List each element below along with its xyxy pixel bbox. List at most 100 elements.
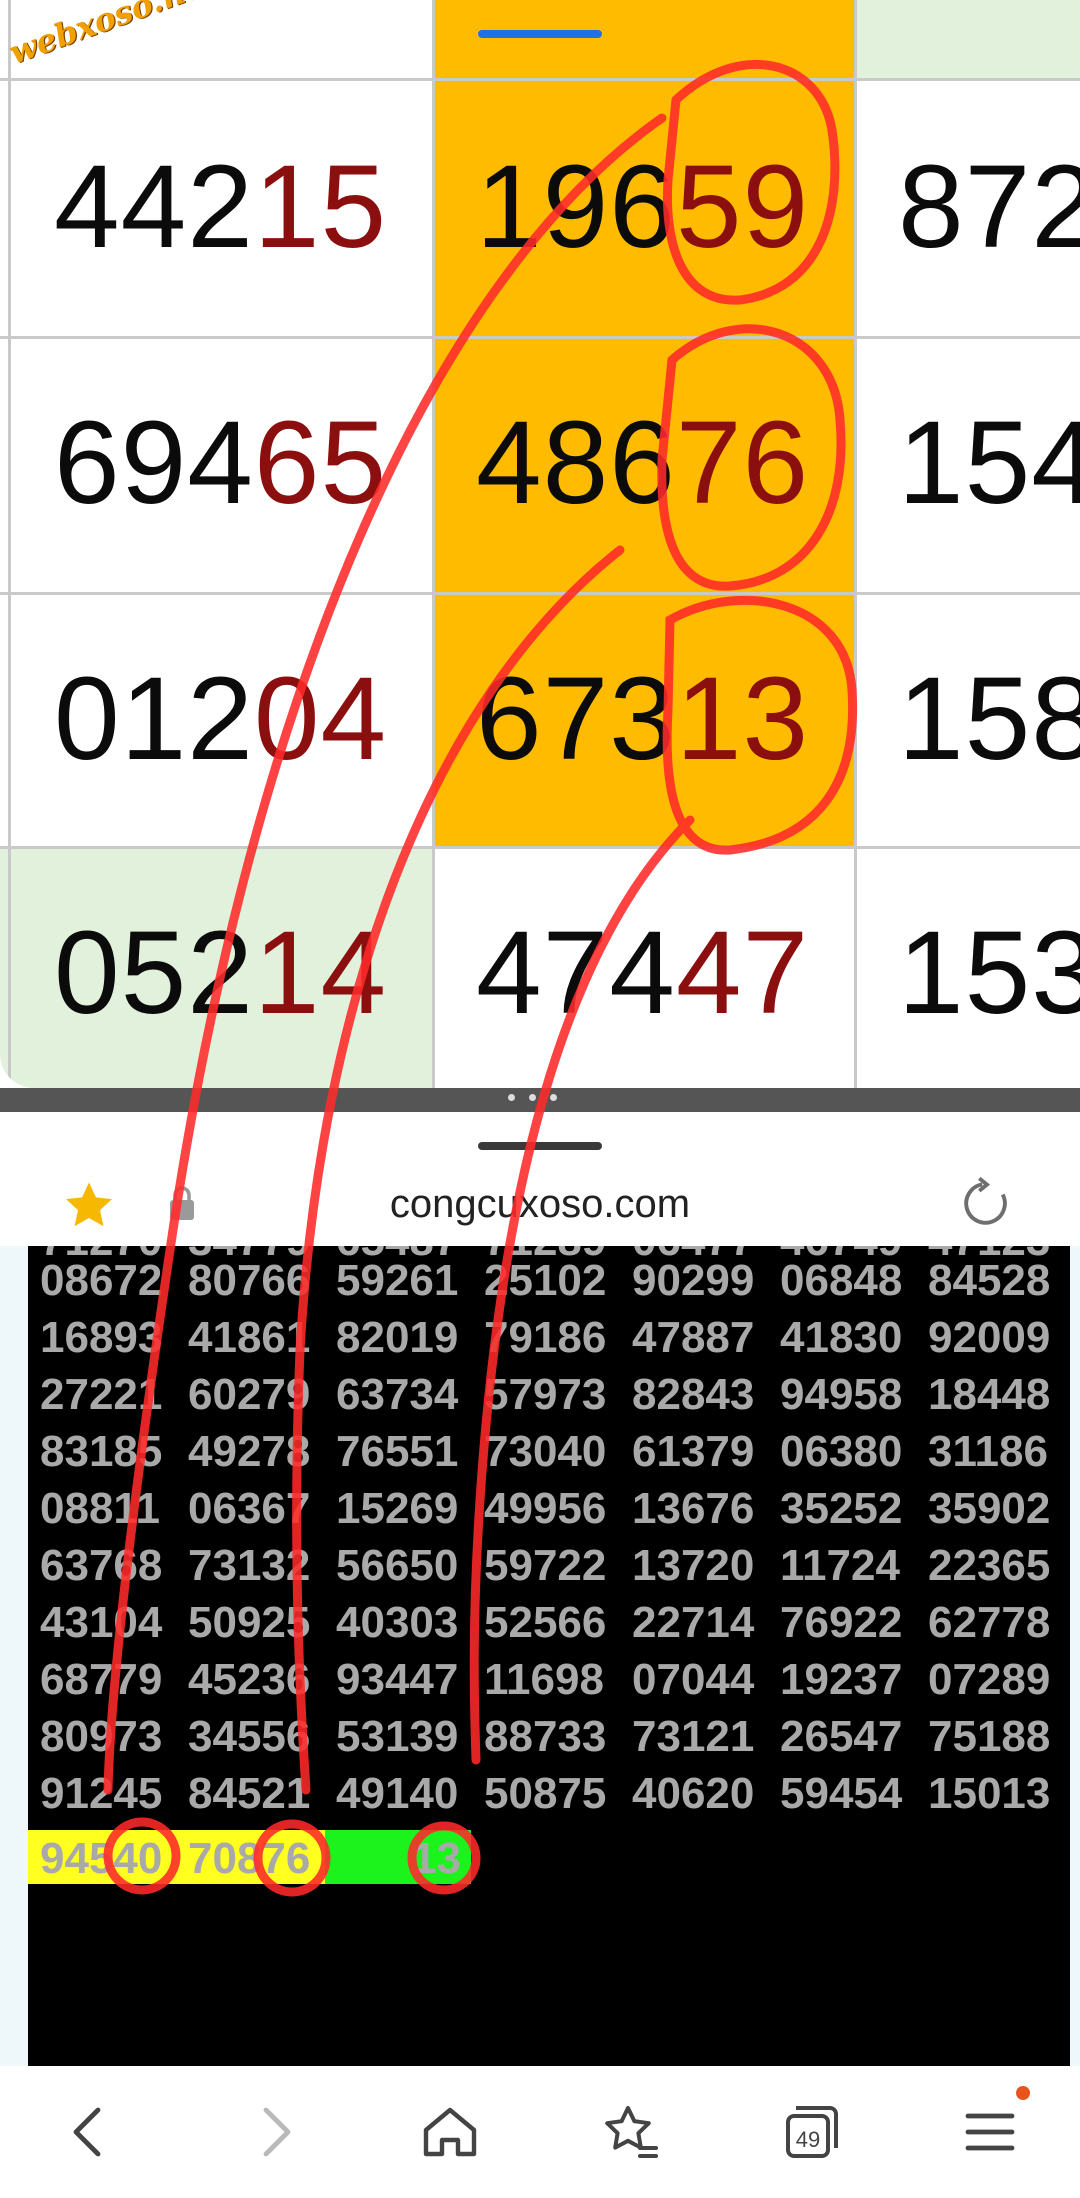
board-number: 90299 (632, 1256, 755, 1305)
active-tab-indicator (478, 30, 602, 38)
board-number: 68779 (40, 1655, 163, 1704)
board-number: 94958 (780, 1370, 903, 1419)
board-number: 49140 (336, 1769, 459, 1818)
result-digits: 052 (54, 907, 254, 1039)
board-number: 84528 (928, 1256, 1051, 1305)
board-number: 91245 (40, 1769, 163, 1818)
result-suffix: 47 (675, 907, 810, 1039)
reload-icon[interactable] (958, 1174, 1016, 1232)
result-digits: 196 (476, 141, 676, 273)
board-number: 63734 (336, 1370, 459, 1419)
board-number: 25102 (484, 1256, 607, 1305)
result-cell: 44215 (54, 148, 387, 266)
board-number: 40620 (632, 1769, 755, 1818)
board-row: 63768 73132 56650 59722 13720 11724 22365 (40, 1541, 1070, 1591)
board-number: 52566 (484, 1598, 607, 1647)
grid-line (432, 0, 435, 1088)
window-drag-handle[interactable] (478, 1142, 602, 1150)
result-digits: 486 (476, 397, 676, 529)
board-number: 27221 (40, 1370, 163, 1419)
tab-count: 49 (795, 2127, 821, 2152)
url-text[interactable]: congcuxoso.com (0, 1182, 1080, 1227)
result-cell: 05214 (54, 914, 387, 1032)
result-cell: 48676 (476, 404, 809, 522)
result-cell: 19659 (476, 148, 809, 266)
board-number: 43104 (40, 1598, 163, 1647)
board-number: 31186 (928, 1427, 1048, 1476)
board-number: 50925 (188, 1598, 311, 1647)
result-cell: 158 (898, 653, 1080, 785)
board-number: 76551 (336, 1427, 459, 1476)
notification-dot (1016, 2086, 1030, 2100)
board-number: 06367 (188, 1484, 311, 1533)
result-digits: 012 (54, 653, 254, 785)
bookmarks-icon[interactable] (598, 2100, 662, 2164)
board-row: 08811 06367 15269 49956 13676 35252 35902 (40, 1484, 1070, 1534)
results-window: 44215 19659 872 69465 48676 154 01204 67… (0, 0, 1080, 1088)
browser-window: congcuxoso.com 7127034779654877128906477… (0, 1112, 1080, 2198)
cell-header-right (854, 0, 1080, 78)
board-number: 84521 (188, 1769, 311, 1818)
split-handle[interactable] (508, 1094, 557, 1101)
result-suffix: 59 (675, 141, 810, 273)
board-number: 83185 (40, 1427, 163, 1476)
board-number: 19237 (780, 1655, 903, 1704)
highlight-number: 13 (412, 1834, 461, 1883)
board-number: 41861 (188, 1313, 311, 1362)
board-number: 16893 (40, 1313, 163, 1362)
board-row: 27221 60279 63734 57973 82843 94958 18448 (40, 1370, 1070, 1420)
result-cell: 67313 (476, 660, 809, 778)
result-digits: 474 (476, 907, 676, 1039)
result-suffix: 14 (253, 907, 388, 1039)
board-number: 73040 (484, 1427, 607, 1476)
board-number: 92009 (928, 1313, 1051, 1362)
menu-icon[interactable] (958, 2100, 1022, 2164)
highlight-number: 70876 (188, 1834, 311, 1883)
board-number: 75188 (928, 1712, 1051, 1761)
grid-line (0, 592, 1080, 595)
board-row: 80973 34556 53139 88733 73121 26547 75188 (40, 1712, 1070, 1762)
board-number: 53139 (336, 1712, 459, 1761)
board-number: 18448 (928, 1370, 1051, 1419)
board-row: 16893 41861 82019 79186 47887 41830 92009 (40, 1313, 1070, 1363)
result-cell: 154 (898, 397, 1080, 529)
results-board: 71270347796548771289064774674947123 0867… (28, 1246, 1070, 2066)
grid-line (0, 78, 1080, 81)
browser-bottom-nav: 49 (0, 2066, 1080, 2198)
result-suffix: 15 (253, 141, 388, 273)
board-number: 15269 (336, 1484, 459, 1533)
result-cell: 01204 (54, 660, 387, 778)
board-number: 82843 (632, 1370, 755, 1419)
board-number: 59454 (780, 1769, 903, 1818)
tabs-icon[interactable]: 49 (778, 2100, 842, 2164)
board-number: 49278 (188, 1427, 311, 1476)
forward-icon[interactable] (242, 2100, 306, 2164)
board-number: 45236 (188, 1655, 311, 1704)
board-number: 15013 (928, 1769, 1051, 1818)
highlight-number: 94540 (40, 1834, 163, 1883)
board-row: 43104 50925 40303 52566 22714 76922 62778 (40, 1598, 1070, 1648)
board-number: 73132 (188, 1541, 311, 1590)
board-number: 22365 (928, 1541, 1051, 1590)
result-cell: 47447 (476, 914, 809, 1032)
grid-line (0, 336, 1080, 339)
result-cell: 69465 (54, 404, 387, 522)
board-row: 83185 49278 76551 73040 61379 06380 31186 (40, 1427, 1070, 1477)
board-number: 80766 (188, 1256, 311, 1305)
board-number: 62778 (928, 1598, 1051, 1647)
board-number: 76922 (780, 1598, 903, 1647)
board-number: 47887 (632, 1313, 755, 1362)
board-number: 63768 (40, 1541, 163, 1590)
board-number: 35252 (780, 1484, 903, 1533)
back-icon[interactable] (58, 2100, 122, 2164)
result-suffix: 65 (253, 397, 388, 529)
board-number: 79186 (484, 1313, 607, 1362)
board-number: 07044 (632, 1655, 755, 1704)
board-number: 60279 (188, 1370, 311, 1419)
home-icon[interactable] (418, 2100, 482, 2164)
grid-line (8, 0, 11, 1088)
board-number: 06380 (780, 1427, 903, 1476)
result-digits: 694 (54, 397, 254, 529)
board-number: 50875 (484, 1769, 607, 1818)
board-number: 13720 (632, 1541, 755, 1590)
